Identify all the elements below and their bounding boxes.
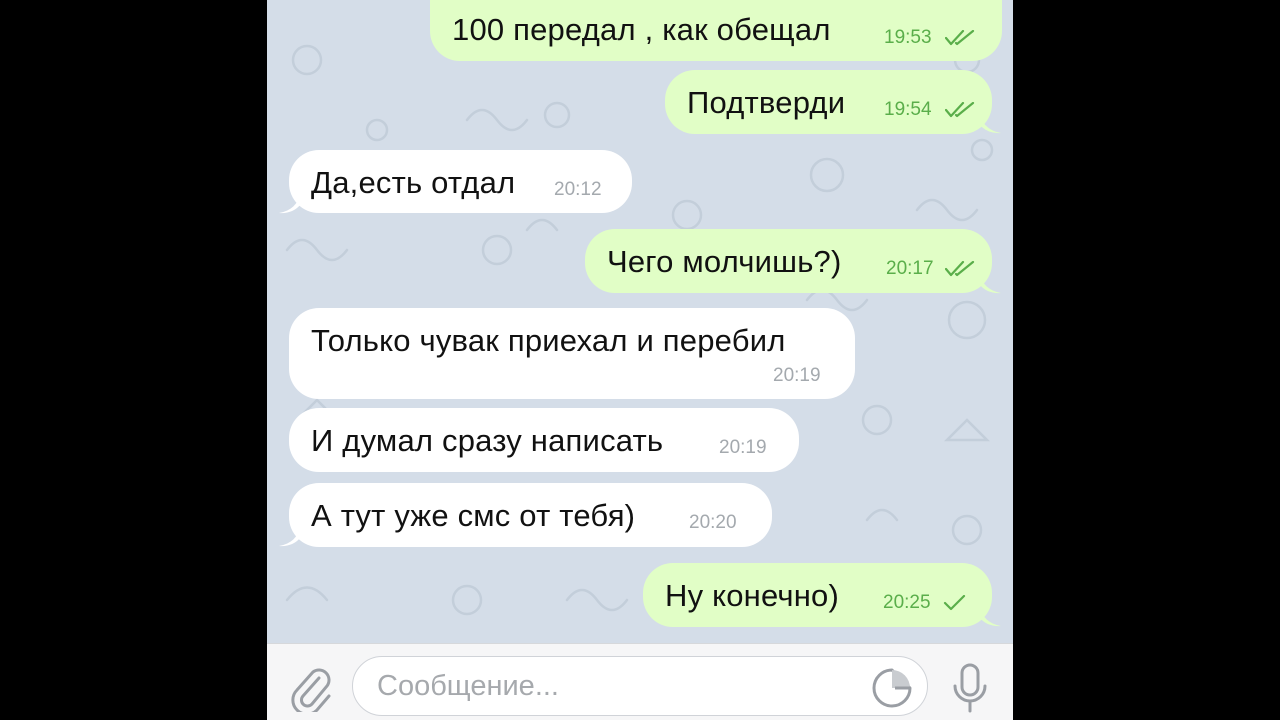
read-double-check-icon [945, 261, 975, 277]
message-text: А тут уже смс от тебя) [311, 498, 636, 533]
message-bubble-outgoing[interactable]: Ну конечно) 20:25 [643, 563, 992, 627]
message-bubble-incoming[interactable]: Да,есть отдал 20:12 [289, 150, 632, 213]
message-text: Только чувак приехал и перебил [311, 323, 786, 358]
bubble-tail [979, 272, 1001, 294]
bubble-tail [979, 605, 1001, 627]
message-input-box [352, 656, 928, 716]
bubble-tail [279, 525, 301, 547]
message-time: 19:54 [884, 99, 932, 120]
message-composer [267, 643, 1013, 720]
message-time: 20:17 [886, 258, 934, 279]
message-time: 20:19 [773, 365, 821, 386]
bubble-tail [979, 112, 1001, 134]
message-time: 19:53 [884, 27, 932, 48]
bubble-tail [279, 192, 301, 214]
message-text: Да,есть отдал [311, 165, 516, 200]
message-input[interactable] [377, 669, 847, 703]
message-time: 20:20 [689, 512, 737, 533]
sticker-icon [872, 668, 912, 708]
message-text: Чего молчишь?) [607, 244, 842, 279]
message-bubble-incoming[interactable]: Только чувак приехал и перебил 20:19 [289, 308, 855, 399]
message-text: 100 передал , как обещал [452, 12, 831, 47]
message-bubble-incoming[interactable]: А тут уже смс от тебя) 20:20 [289, 483, 772, 547]
message-bubble-incoming[interactable]: И думал сразу написать 20:19 [289, 408, 799, 472]
message-text: Подтверди [687, 85, 846, 120]
sent-single-check-icon [943, 595, 966, 611]
message-bubble-outgoing[interactable]: Подтверди 19:54 [665, 70, 992, 134]
message-text: Ну конечно) [665, 578, 840, 613]
message-time: 20:19 [719, 437, 767, 458]
attach-button[interactable] [287, 662, 333, 716]
chat-area[interactable]: 100 передал , как обещал 19:53 Подтверди… [267, 0, 1013, 643]
read-double-check-icon [945, 102, 975, 118]
paperclip-icon [291, 668, 331, 716]
message-text: И думал сразу написать [311, 423, 664, 458]
chat-screen: 100 передал , как обещал 19:53 Подтверди… [267, 0, 1013, 720]
message-bubble-outgoing[interactable]: 100 передал , как обещал 19:53 [430, 0, 1002, 61]
message-bubble-outgoing[interactable]: Чего молчишь?) 20:17 [585, 229, 992, 293]
message-time: 20:25 [883, 592, 931, 613]
sticker-button[interactable] [871, 667, 913, 709]
message-time: 20:12 [554, 179, 602, 200]
microphone-icon [953, 663, 987, 713]
microphone-button[interactable] [949, 662, 991, 714]
read-double-check-icon [945, 30, 975, 46]
